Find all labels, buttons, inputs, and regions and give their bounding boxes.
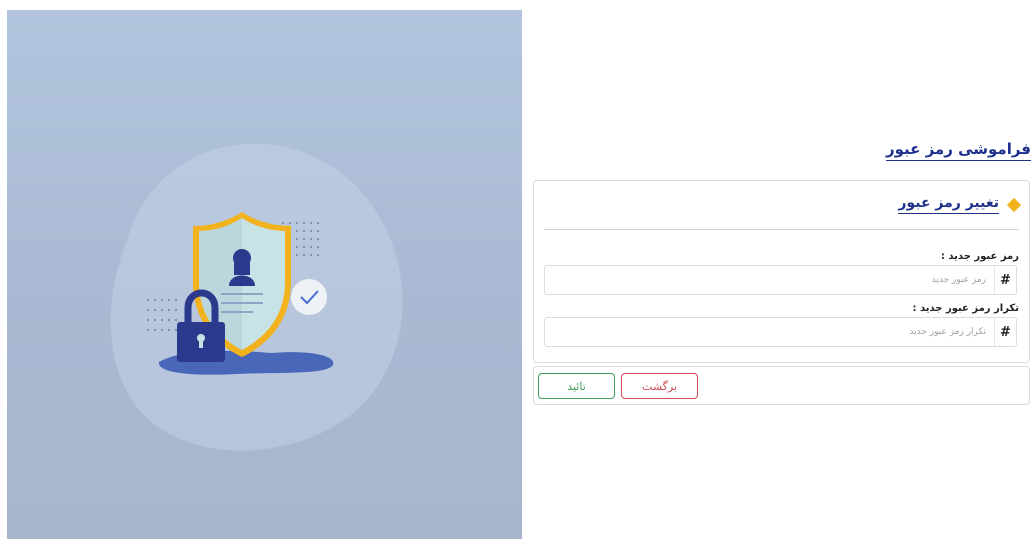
security-illustration: [110, 143, 403, 451]
new-password-label: رمز عبور جدید :: [940, 251, 1019, 262]
confirm-password-input[interactable]: [545, 318, 994, 346]
change-password-card: تغییر رمز عبور رمز عبور جدید : # تکرار ر…: [533, 180, 1030, 363]
page-title: فراموشی رمز عبور: [885, 140, 1031, 161]
hash-icon: #: [994, 266, 1016, 294]
confirm-password-label: تکرار رمز عبور جدید :: [912, 303, 1019, 314]
new-password-input[interactable]: [545, 266, 994, 294]
forgot-password-page: فراموشی رمز عبور تغییر رمز عبور رمز عبور…: [0, 0, 1031, 539]
illustration-panel: [7, 10, 522, 539]
new-password-input-group: #: [544, 265, 1017, 295]
confirm-button[interactable]: تائید: [538, 373, 615, 399]
actions-bar: برگشت تائید: [533, 366, 1030, 405]
card-title: تغییر رمز عبور: [898, 195, 999, 214]
back-button[interactable]: برگشت: [621, 373, 698, 399]
divider: [544, 229, 1019, 230]
card-header: تغییر رمز عبور: [719, 195, 1022, 214]
form-area: فراموشی رمز عبور تغییر رمز عبور رمز عبور…: [533, 0, 1031, 539]
confirm-password-input-group: #: [544, 317, 1017, 347]
diamond-bullet-icon: [1006, 197, 1022, 212]
checkmark-badge-icon: [291, 279, 327, 315]
hash-icon: #: [994, 318, 1016, 346]
